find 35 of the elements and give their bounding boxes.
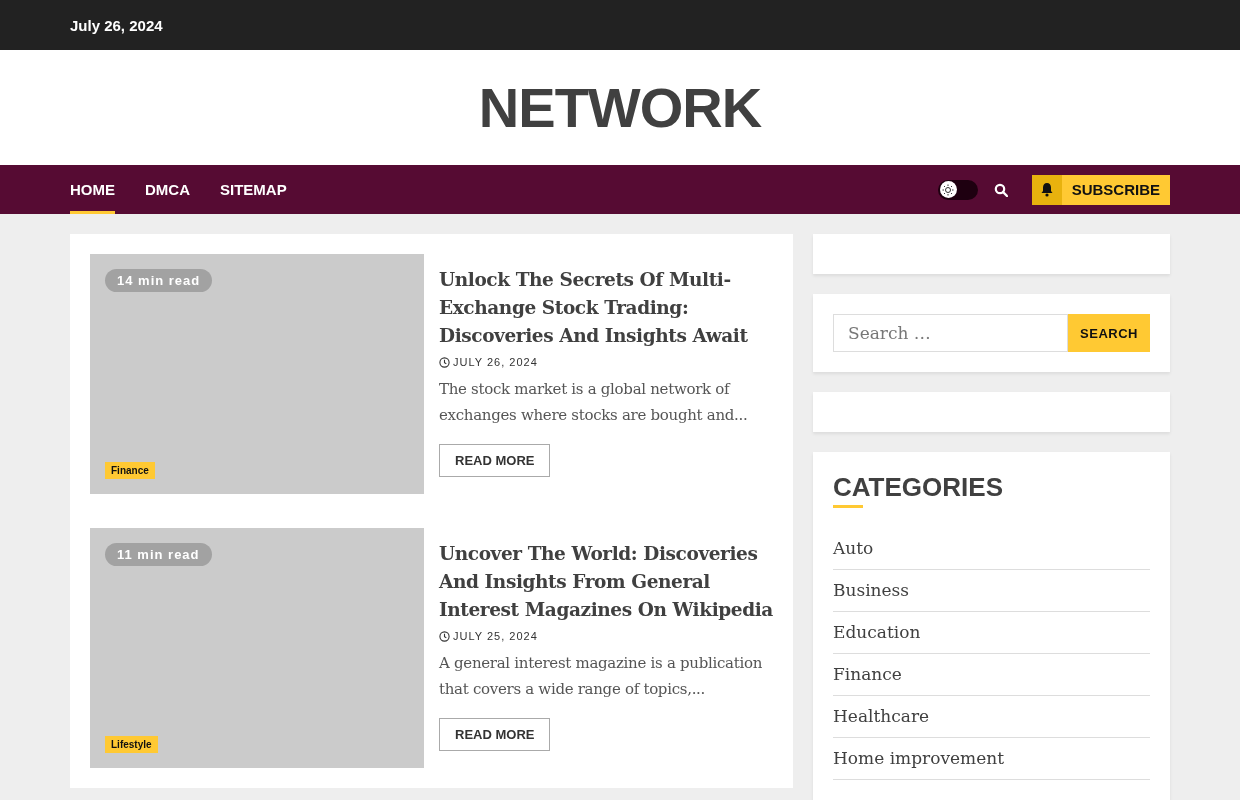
post-title[interactable]: Unlock The Secrets Of Multi-Exchange Stock Trading: Discoveries And Insights Await: [439, 266, 773, 350]
post-excerpt: A general interest magazine is a publication that covers a wide range of topics,...: [439, 653, 763, 700]
site-title[interactable]: NETWORK: [478, 75, 762, 140]
category-link[interactable]: Business: [833, 570, 1150, 612]
read-time-badge: 11 min read: [105, 543, 212, 566]
category-link[interactable]: Finance: [833, 654, 1150, 696]
nav-link[interactable]: SITEMAP: [220, 165, 287, 214]
post-excerpt: The stock market is a global network of exchanges where stocks are bought and...: [439, 379, 749, 426]
category-link[interactable]: Home improvement: [833, 738, 1150, 780]
bell-icon: [1039, 182, 1054, 197]
category-link[interactable]: Auto: [833, 538, 1150, 570]
image-placeholder[interactable]: 11 min read Lifestyle: [90, 528, 424, 768]
dark-mode-toggle[interactable]: [937, 179, 978, 200]
nav-link[interactable]: HOME: [70, 165, 115, 214]
post-title[interactable]: Uncover The World: Discoveries And Insights From General Interest Magazines On Wikipedia: [439, 540, 773, 624]
search-field[interactable]: Search …: [833, 314, 1069, 352]
post-date: JULY 26, 2024: [453, 356, 538, 368]
date-text: July 26, 2024: [70, 16, 163, 34]
category-tag[interactable]: Finance: [105, 462, 155, 479]
clock-icon: [439, 356, 450, 368]
read-more-button[interactable]: READ MORE: [439, 718, 551, 751]
clock-icon: [439, 630, 450, 642]
sun-icon: [942, 183, 955, 196]
category-link[interactable]: Education: [833, 612, 1150, 654]
post-date: JULY 25, 2024: [453, 630, 538, 642]
category-tag[interactable]: Lifestyle: [105, 736, 158, 753]
search-button[interactable]: SEARCH: [1068, 314, 1150, 352]
read-more-button[interactable]: READ MORE: [439, 444, 551, 477]
category-link[interactable]: Healthcare: [833, 696, 1150, 738]
read-time-badge: 14 min read: [105, 269, 213, 292]
nav-link[interactable]: DMCA: [145, 165, 190, 214]
search-icon[interactable]: [993, 182, 1008, 197]
widget-title: CATEGORIES: [833, 472, 1003, 503]
subscribe-button[interactable]: SUBSCRIBE: [1031, 174, 1170, 205]
image-placeholder[interactable]: 14 min read Finance: [90, 254, 424, 494]
